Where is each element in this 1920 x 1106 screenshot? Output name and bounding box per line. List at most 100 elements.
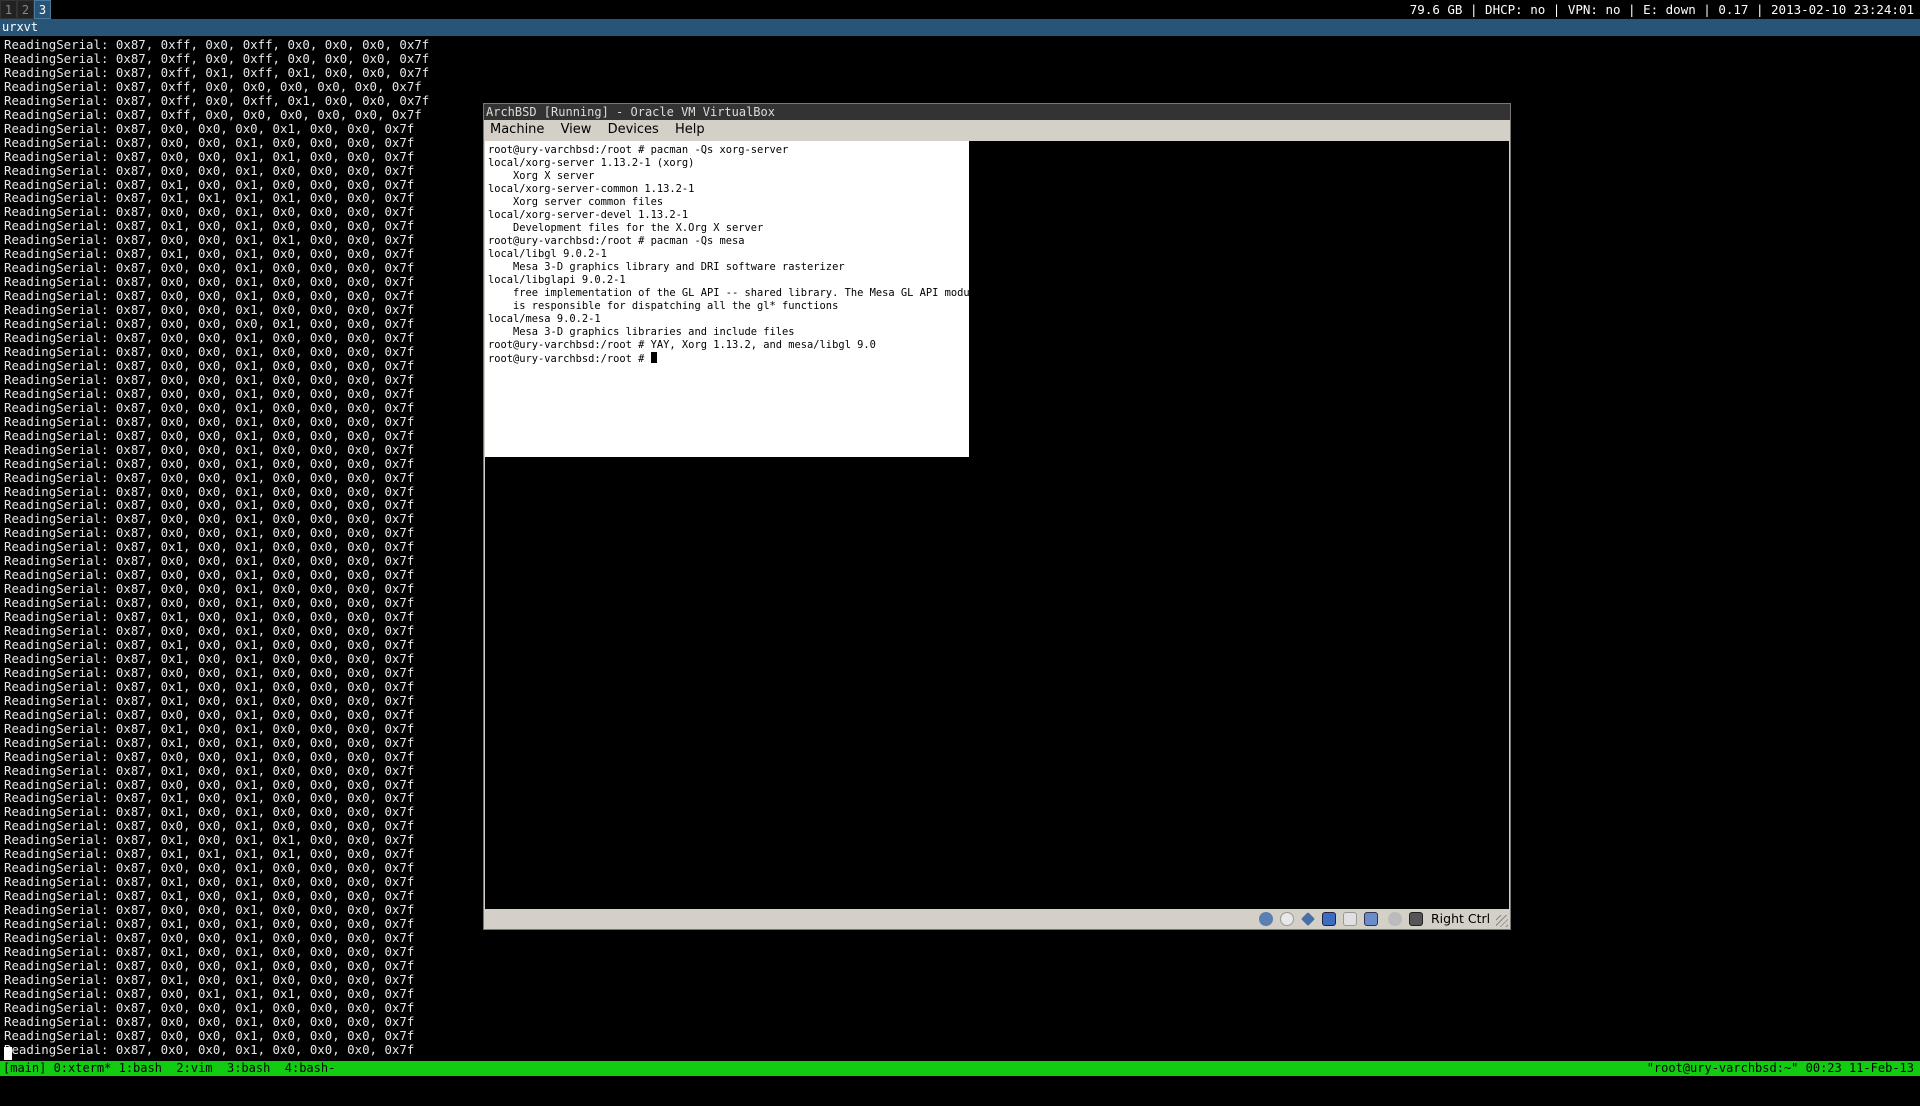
terminal-line: ReadingSerial: 0x87, 0x0, 0x0, 0x1, 0x0,… xyxy=(4,902,415,918)
terminal-line: ReadingSerial: 0x87, 0x1, 0x0, 0x1, 0x0,… xyxy=(4,762,415,778)
terminal-line: ReadingSerial: 0x87, 0x0, 0x0, 0x1, 0x0,… xyxy=(4,455,415,471)
terminal-line: Mesa 3-D graphics library and DRI softwa… xyxy=(488,261,845,273)
terminal-line: ReadingSerial: 0x87, 0x0, 0x0, 0x1, 0x0,… xyxy=(4,999,415,1015)
terminal-line: ReadingSerial: 0x87, 0x0, 0x0, 0x1, 0x0,… xyxy=(4,399,415,415)
terminal-line: ReadingSerial: 0x87, 0x1, 0x0, 0x1, 0x0,… xyxy=(4,636,415,652)
top-bar: 1 2 3 79.6 GB | DHCP: no | VPN: no | E: … xyxy=(0,0,1920,19)
terminal-line: ReadingSerial: 0x87, 0x1, 0x0, 0x1, 0x0,… xyxy=(4,790,415,806)
vbox-title-bar[interactable]: ArchBSD [Running] - Oracle VM VirtualBox xyxy=(484,104,1510,120)
terminal-line: ReadingSerial: 0x87, 0x0, 0x0, 0x1, 0x0,… xyxy=(4,260,415,276)
terminal-line: ReadingSerial: 0x87, 0x0, 0x0, 0x1, 0x0,… xyxy=(4,595,415,611)
vm-cursor xyxy=(650,352,657,363)
terminal-line: free implementation of the GL API -- sha… xyxy=(488,287,969,299)
mouse-integration-icon[interactable] xyxy=(1409,912,1423,926)
terminal-line: ReadingSerial: 0x87, 0x1, 0x0, 0x1, 0x0,… xyxy=(4,916,415,932)
terminal-line: ReadingSerial: 0x87, 0xff, 0x0, 0x0, 0x0… xyxy=(4,106,422,122)
terminal-line: ReadingSerial: 0x87, 0x0, 0x0, 0x1, 0x0,… xyxy=(4,706,415,722)
menu-devices[interactable]: Devices xyxy=(602,120,665,140)
terminal-line: ReadingSerial: 0x87, 0x0, 0x0, 0x1, 0x0,… xyxy=(4,776,415,792)
terminal-line: ReadingSerial: 0x87, 0xff, 0x0, 0xff, 0x… xyxy=(4,38,430,52)
terminal-line: ReadingSerial: 0x87, 0xff, 0x0, 0xff, 0x… xyxy=(4,50,430,66)
terminal-line: ReadingSerial: 0x87, 0x1, 0x1, 0x1, 0x1,… xyxy=(4,190,415,206)
terminal-line: local/libgl 9.0.2-1 xyxy=(488,248,607,260)
terminal-line: ReadingSerial: 0x87, 0x1, 0x0, 0x1, 0x0,… xyxy=(4,888,415,904)
terminal-line: Xorg server common files xyxy=(488,196,664,208)
terminal-line: ReadingSerial: 0x87, 0x0, 0x0, 0x1, 0x0,… xyxy=(4,567,415,583)
terminal-line: Mesa 3-D graphics libraries and include … xyxy=(488,326,795,338)
terminal-output[interactable]: ReadingSerial: 0x87, 0xff, 0x0, 0xff, 0x… xyxy=(4,38,484,1058)
terminal-line: ReadingSerial: 0x87, 0x0, 0x0, 0x1, 0x0,… xyxy=(4,274,415,290)
terminal-line: root@ury-varchbsd:/root # pacman -Qs xor… xyxy=(488,144,789,156)
terminal-line: ReadingSerial: 0x87, 0x0, 0x0, 0x1, 0x0,… xyxy=(4,511,415,527)
window-title: urxvt xyxy=(0,19,1920,36)
terminal-line: ReadingSerial: 0x87, 0x0, 0x0, 0x1, 0x0,… xyxy=(4,469,415,485)
vbox-status-bar: Right Ctrl xyxy=(484,909,1510,929)
optical-drive-icon[interactable] xyxy=(1280,912,1294,926)
terminal-line: ReadingSerial: 0x87, 0x0, 0x0, 0x1, 0x0,… xyxy=(4,664,415,680)
resize-grip-icon[interactable] xyxy=(1496,915,1508,927)
vm-display[interactable]: root@ury-varchbsd:/root # pacman -Qs xor… xyxy=(485,141,1509,909)
terminal-line: ReadingSerial: 0x87, 0x0, 0x0, 0x1, 0x0,… xyxy=(4,553,415,569)
terminal-line: ReadingSerial: 0x87, 0x0, 0x0, 0x1, 0x0,… xyxy=(4,385,415,401)
display-icon[interactable] xyxy=(1364,912,1378,926)
tmux-session-info: "root@ury-varchbsd:~" 00:23 11-Feb-13 xyxy=(1646,1061,1914,1075)
terminal-line: ReadingSerial: 0x87, 0xff, 0x1, 0xff, 0x… xyxy=(4,64,430,80)
terminal-line: ReadingSerial: 0x87, 0x0, 0x0, 0x1, 0x0,… xyxy=(4,748,415,764)
terminal-line: ReadingSerial: 0x87, 0x0, 0x0, 0x1, 0x0,… xyxy=(4,441,415,457)
terminal-line: ReadingSerial: 0x87, 0x1, 0x0, 0x1, 0x0,… xyxy=(4,804,415,820)
virtualbox-window[interactable]: ArchBSD [Running] - Oracle VM VirtualBox… xyxy=(483,103,1511,930)
terminal-line: ReadingSerial: 0x87, 0x0, 0x0, 0x1, 0x0,… xyxy=(4,623,415,639)
video-capture-icon[interactable] xyxy=(1388,912,1402,926)
terminal-line: is responsible for dispatching all the g… xyxy=(488,300,839,312)
menu-help[interactable]: Help xyxy=(669,120,711,140)
vm-prompt: root@ury-varchbsd:/root # xyxy=(488,353,651,365)
terminal-line: local/xorg-server-common 1.13.2-1 xyxy=(488,183,695,195)
terminal-line: ReadingSerial: 0x87, 0x0, 0x0, 0x1, 0x0,… xyxy=(4,288,415,304)
workspace-2-button[interactable]: 2 xyxy=(17,0,34,19)
terminal-line: local/mesa 9.0.2-1 xyxy=(488,313,601,325)
terminal-line: ReadingSerial: 0x87, 0x0, 0x0, 0x1, 0x0,… xyxy=(4,357,415,373)
terminal-line: ReadingSerial: 0x87, 0x0, 0x0, 0x1, 0x0,… xyxy=(4,343,415,359)
status-line: 79.6 GB | DHCP: no | VPN: no | E: down |… xyxy=(1409,2,1914,17)
terminal-line: local/xorg-server 1.13.2-1 (xorg) xyxy=(488,157,695,169)
terminal-line: ReadingSerial: 0x87, 0x0, 0x0, 0x1, 0x0,… xyxy=(4,957,415,973)
tmux-window-list[interactable]: [main] 0:xterm* 1:bash 2:vim 3:bash 4:ba… xyxy=(3,1061,335,1076)
terminal-line: ReadingSerial: 0x87, 0x0, 0x0, 0x1, 0x0,… xyxy=(4,930,415,945)
terminal-line: ReadingSerial: 0x87, 0x1, 0x0, 0x1, 0x0,… xyxy=(4,539,415,555)
terminal-line: ReadingSerial: 0x87, 0x1, 0x0, 0x1, 0x0,… xyxy=(4,720,415,736)
terminal-line: ReadingSerial: 0x87, 0x1, 0x0, 0x1, 0x0,… xyxy=(4,176,415,192)
screen-bottom-edge xyxy=(0,1076,1920,1080)
terminal-line: ReadingSerial: 0x87, 0x0, 0x0, 0x1, 0x0,… xyxy=(4,1027,415,1043)
terminal-line: ReadingSerial: 0x87, 0x0, 0x0, 0x1, 0x0,… xyxy=(4,371,415,387)
workspace-1-button[interactable]: 1 xyxy=(0,0,17,19)
terminal-line: ReadingSerial: 0x87, 0x0, 0x0, 0x1, 0x0,… xyxy=(4,860,415,876)
menu-machine[interactable]: Machine xyxy=(484,120,550,140)
menu-view[interactable]: View xyxy=(555,120,598,140)
terminal-cursor xyxy=(4,1047,12,1060)
hard-disk-icon[interactable] xyxy=(1259,912,1273,926)
workspace-3-button[interactable]: 3 xyxy=(34,0,51,19)
terminal-line: local/xorg-server-devel 1.13.2-1 xyxy=(488,209,689,221)
terminal-line: ReadingSerial: 0x87, 0xff, 0x0, 0xff, 0x… xyxy=(4,92,430,108)
usb-icon[interactable] xyxy=(1301,912,1315,926)
shared-folders-icon[interactable] xyxy=(1343,912,1357,926)
terminal-line: ReadingSerial: 0x87, 0x1, 0x0, 0x1, 0x0,… xyxy=(4,734,415,750)
terminal-line: ReadingSerial: 0x87, 0x1, 0x0, 0x1, 0x0,… xyxy=(4,678,415,694)
terminal-line: ReadingSerial: 0x87, 0x0, 0x0, 0x0, 0x1,… xyxy=(4,316,415,332)
terminal-line: local/libglapi 9.0.2-1 xyxy=(488,274,626,286)
terminal-line: ReadingSerial: 0x87, 0x0, 0x0, 0x1, 0x0,… xyxy=(4,1013,415,1029)
terminal-line: ReadingSerial: 0x87, 0x0, 0x0, 0x1, 0x0,… xyxy=(4,413,415,429)
terminal-line: ReadingSerial: 0x87, 0xff, 0x0, 0x0, 0x0… xyxy=(4,78,422,94)
terminal-line: ReadingSerial: 0x87, 0x0, 0x0, 0x1, 0x0,… xyxy=(4,525,415,541)
terminal-line: ReadingSerial: 0x87, 0x0, 0x0, 0x0, 0x1,… xyxy=(4,120,415,136)
terminal-line: ReadingSerial: 0x87, 0x1, 0x0, 0x1, 0x1,… xyxy=(4,832,415,848)
terminal-line: ReadingSerial: 0x87, 0x1, 0x0, 0x1, 0x0,… xyxy=(4,609,415,625)
terminal-line: root@ury-varchbsd:/root # pacman -Qs mes… xyxy=(488,235,745,247)
network-icon[interactable] xyxy=(1322,912,1336,926)
terminal-line: root@ury-varchbsd:/root # YAY, Xorg 1.13… xyxy=(488,339,876,351)
vm-console[interactable]: root@ury-varchbsd:/root # pacman -Qs xor… xyxy=(485,141,969,457)
terminal-line: ReadingSerial: 0x87, 0x0, 0x0, 0x1, 0x0,… xyxy=(4,162,415,178)
terminal-line: ReadingSerial: 0x87, 0x0, 0x0, 0x1, 0x0,… xyxy=(4,581,415,597)
terminal-line: ReadingSerial: 0x87, 0x0, 0x0, 0x1, 0x0,… xyxy=(4,302,415,318)
terminal-line: ReadingSerial: 0x87, 0x1, 0x0, 0x1, 0x0,… xyxy=(4,971,415,987)
